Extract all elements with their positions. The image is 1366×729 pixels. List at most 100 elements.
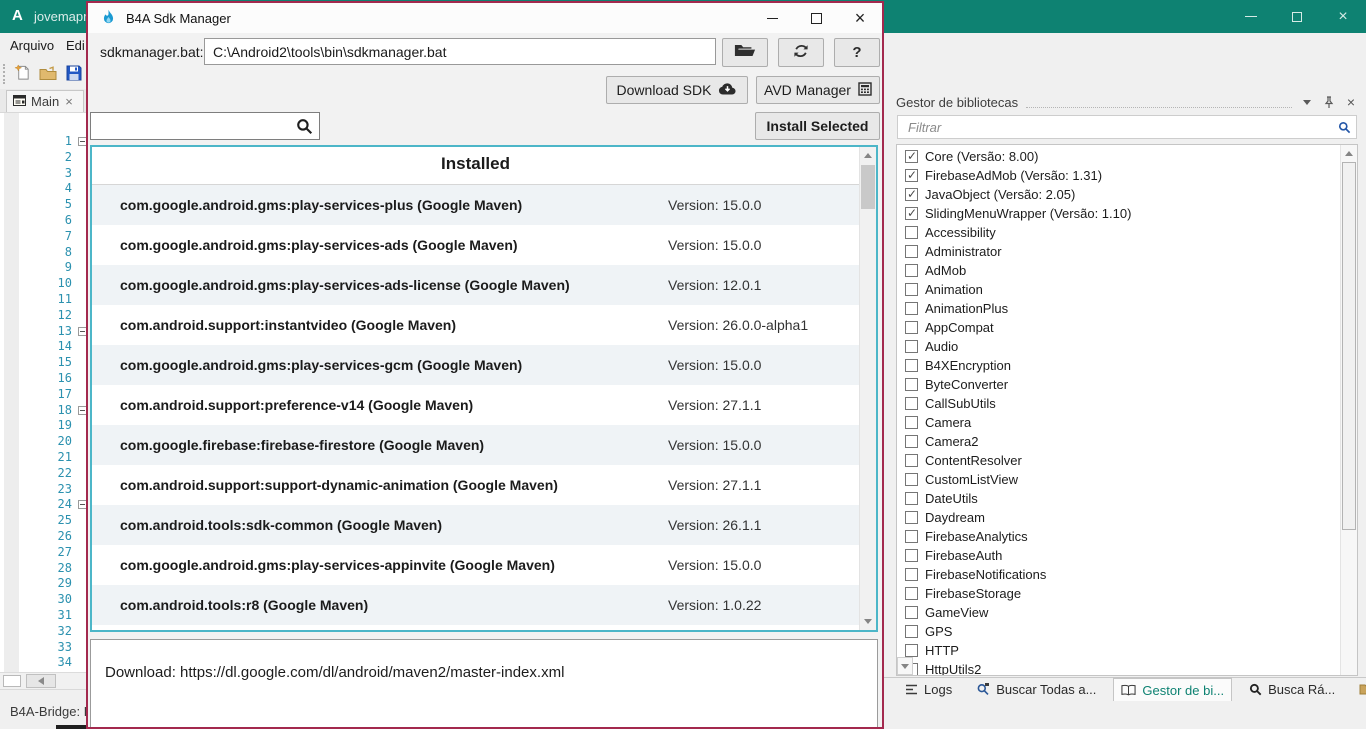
library-checkbox[interactable] [905, 359, 918, 372]
dialog-close-button[interactable]: × [838, 3, 882, 33]
library-filter-input[interactable] [906, 118, 1326, 136]
download-sdk-button[interactable]: Download SDK [606, 76, 748, 104]
library-row[interactable]: Camera2 [897, 432, 1337, 451]
library-row[interactable]: Accessibility [897, 223, 1337, 242]
dock-tab-buscar-todas-a[interactable]: Buscar Todas a... [969, 678, 1103, 700]
ide-minimize-button[interactable] [1228, 0, 1274, 33]
install-selected-button[interactable]: Install Selected [755, 112, 880, 140]
library-row[interactable]: AnimationPlus [897, 299, 1337, 318]
package-row[interactable]: com.google.android.gms:play-services-ads… [92, 225, 859, 265]
tab-main[interactable]: Main × [6, 90, 84, 112]
library-checkbox[interactable] [905, 340, 918, 353]
new-file-button[interactable] [12, 64, 32, 85]
library-checkbox[interactable] [905, 264, 918, 277]
library-scroll-thumb[interactable] [1342, 162, 1356, 530]
avd-manager-button[interactable]: AVD Manager [756, 76, 880, 104]
package-row[interactable]: com.android.support:instantvideo (Google… [92, 305, 859, 345]
dock-tab-logs[interactable]: Logs [898, 678, 959, 700]
packages-scrollbar[interactable] [859, 147, 876, 630]
library-checkbox[interactable] [905, 606, 918, 619]
library-row[interactable]: FirebaseAnalytics [897, 527, 1337, 546]
library-checkbox[interactable] [905, 454, 918, 467]
library-row[interactable]: Core (Versão: 8.00) [897, 147, 1337, 166]
library-row[interactable]: GameView [897, 603, 1337, 622]
toolbar-grip[interactable] [3, 64, 5, 84]
library-row[interactable]: JavaObject (Versão: 2.05) [897, 185, 1337, 204]
library-checkbox[interactable] [905, 302, 918, 315]
library-row[interactable]: AppCompat [897, 318, 1337, 337]
library-checkbox[interactable] [905, 416, 918, 429]
menu-arquivo[interactable]: Arquivo [10, 38, 54, 53]
library-checkbox[interactable] [905, 245, 918, 258]
filter-search-icon[interactable] [1338, 121, 1351, 139]
library-row[interactable]: Camera [897, 413, 1337, 432]
library-row[interactable]: AdMob [897, 261, 1337, 280]
ide-close-button[interactable]: × [1320, 0, 1366, 33]
package-row[interactable]: com.google.android.gms:play-services-ads… [92, 265, 859, 305]
library-row[interactable]: GPS [897, 622, 1337, 641]
library-row[interactable]: HttpUtils2 [897, 660, 1337, 675]
package-row[interactable]: com.android.support:support-dynamic-anim… [92, 465, 859, 505]
library-scrollbar[interactable] [1340, 145, 1357, 675]
library-checkbox[interactable] [905, 625, 918, 638]
library-row[interactable]: B4XEncryption [897, 356, 1337, 375]
menu-editar[interactable]: Edi [66, 38, 85, 53]
browse-folder-button[interactable] [722, 38, 768, 67]
library-checkbox[interactable] [905, 568, 918, 581]
packages-scroll-thumb[interactable] [861, 165, 875, 209]
library-checkbox[interactable] [905, 283, 918, 296]
panel-menu-button[interactable] [1300, 95, 1314, 109]
panel-pin-button[interactable] [1322, 95, 1336, 109]
dialog-maximize-button[interactable] [794, 3, 838, 33]
scroll-down-button[interactable] [860, 613, 876, 630]
library-row[interactable]: FirebaseAuth [897, 546, 1337, 565]
dialog-minimize-button[interactable] [750, 3, 794, 33]
library-checkbox[interactable] [905, 226, 918, 239]
dock-tab-gestor-de-bi[interactable]: Gestor de bi... [1113, 677, 1233, 701]
package-row[interactable]: com.google.firebase:firebase-firestore (… [92, 425, 859, 465]
ide-maximize-button[interactable] [1274, 0, 1320, 33]
hscroll-left-button[interactable] [26, 674, 56, 688]
library-checkbox[interactable] [905, 378, 918, 391]
library-row[interactable]: Audio [897, 337, 1337, 356]
refresh-button[interactable] [778, 38, 824, 67]
library-row[interactable]: Daydream [897, 508, 1337, 527]
scroll-down-button[interactable] [897, 657, 913, 675]
panel-close-button[interactable]: × [1344, 95, 1358, 109]
library-checkbox[interactable] [905, 206, 918, 220]
library-row[interactable]: CustomListView [897, 470, 1337, 489]
library-row[interactable]: ByteConverter [897, 375, 1337, 394]
package-row[interactable]: com.google.android.gms:play-services-gcm… [92, 345, 859, 385]
library-row[interactable]: Administrator [897, 242, 1337, 261]
library-row[interactable]: FirebaseAdMob (Versão: 1.31) [897, 166, 1337, 185]
library-checkbox[interactable] [905, 321, 918, 334]
library-row[interactable]: Animation [897, 280, 1337, 299]
library-row[interactable]: FirebaseStorage [897, 584, 1337, 603]
search-icon[interactable] [296, 118, 313, 140]
scroll-up-button[interactable] [860, 147, 876, 164]
library-checkbox[interactable] [905, 511, 918, 524]
dock-tab-busca-r[interactable]: Busca Rá... [1242, 678, 1342, 700]
library-row[interactable]: CallSubUtils [897, 394, 1337, 413]
save-button[interactable] [64, 65, 84, 85]
dock-tab-arquivos[interactable]: Arquivos [1352, 678, 1366, 700]
library-checkbox[interactable] [905, 530, 918, 543]
library-checkbox[interactable] [905, 149, 918, 163]
package-row[interactable]: com.google.android.gms:play-services-plu… [92, 185, 859, 225]
package-row[interactable]: com.android.support:preference-v14 (Goog… [92, 385, 859, 425]
library-row[interactable]: HTTP [897, 641, 1337, 660]
library-row[interactable]: FirebaseNotifications [897, 565, 1337, 584]
library-checkbox[interactable] [905, 644, 918, 657]
library-checkbox[interactable] [905, 549, 918, 562]
library-checkbox[interactable] [905, 397, 918, 410]
library-checkbox[interactable] [905, 168, 918, 182]
package-search-input[interactable] [97, 116, 292, 136]
library-row[interactable]: SlidingMenuWrapper (Versão: 1.10) [897, 204, 1337, 223]
library-checkbox[interactable] [905, 492, 918, 505]
library-checkbox[interactable] [905, 587, 918, 600]
library-checkbox[interactable] [905, 187, 918, 201]
package-row[interactable]: com.android.tools:sdk-common (Google Mav… [92, 505, 859, 545]
package-row[interactable]: com.android.tools:r8 (Google Maven) Versi… [92, 585, 859, 625]
open-project-button[interactable] [38, 65, 58, 85]
library-row[interactable]: DateUtils [897, 489, 1337, 508]
